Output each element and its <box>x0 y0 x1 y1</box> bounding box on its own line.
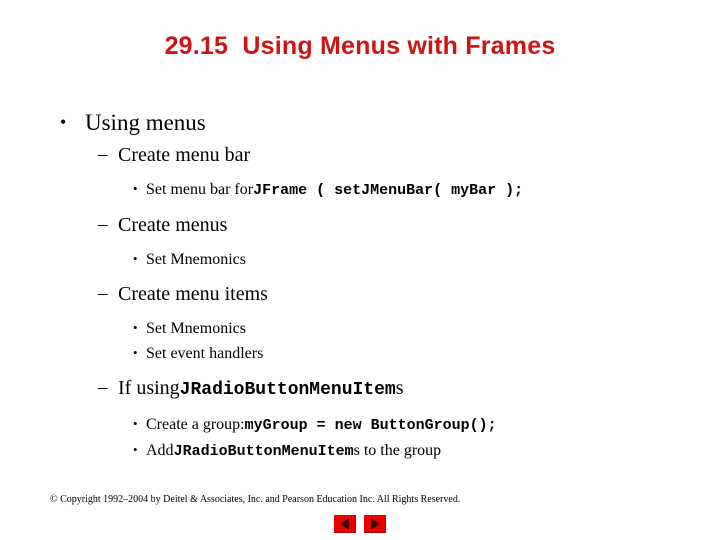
outline-item-set-menu-bar: • Set menu bar for JFrame ( setJMenuBar(… <box>0 178 720 202</box>
bullet-marker-level2: – <box>98 214 108 235</box>
slide-navigation <box>0 515 720 533</box>
outline-item-create-menu-items-label: Create menu items <box>118 283 268 305</box>
outline-item-set-mnemonics-items-label: Set Mnemonics <box>146 320 246 337</box>
outline-item-create-menus-label: Create menus <box>118 214 228 236</box>
right-triangle-icon <box>370 518 380 530</box>
previous-slide-button[interactable] <box>334 515 356 533</box>
copyright-notice: © Copyright 1992–2004 by Deitel & Associ… <box>50 494 461 505</box>
outline-item-using-menus-label: Using menus <box>85 110 206 135</box>
outline-item-create-menu-items: – Create menu items <box>0 280 720 308</box>
bullet-marker-level3: • <box>133 320 138 335</box>
bullet-marker-level3: • <box>133 345 138 360</box>
code-snippet-jradiobuttonmenuitem-add: JRadioButtonMenuItem <box>173 443 354 460</box>
code-snippet-buttongroup: myGroup = new ButtonGroup(); <box>244 417 497 434</box>
outline-item-set-mnemonics-items: • Set Mnemonics <box>0 317 720 340</box>
slide-body: • Using menus – Create menu bar • Set me… <box>0 108 720 465</box>
outline-item-if-using-suffix: s <box>395 377 404 399</box>
page-title: 29.15 Using Menus with Frames <box>164 32 556 60</box>
code-snippet-jradiobuttonmenuitem: JRadioButtonMenuItem <box>179 380 396 400</box>
outline-item-set-mnemonics-menus-label: Set Mnemonics <box>146 251 246 268</box>
outline-item-set-event-handlers: • Set event handlers <box>0 342 720 365</box>
bullet-marker-level2: – <box>98 283 108 304</box>
outline-item-create-group: • Create a group: myGroup = new ButtonGr… <box>0 413 720 437</box>
bullet-marker-level2: – <box>98 144 108 165</box>
bullet-marker-level2: – <box>98 377 108 398</box>
bullet-marker-level3: • <box>133 416 138 431</box>
outline-item-set-menu-bar-label: Set menu bar for <box>146 181 254 198</box>
outline-item-if-using-label: If using <box>118 377 180 399</box>
outline-item-create-group-label: Create a group: <box>146 416 245 433</box>
outline-item-set-event-handlers-label: Set event handlers <box>146 345 264 362</box>
next-slide-button[interactable] <box>364 515 386 533</box>
left-triangle-icon <box>340 518 350 530</box>
outline-item-set-mnemonics-menus: • Set Mnemonics <box>0 248 720 271</box>
outline-item-using-menus: • Using menus <box>0 108 720 138</box>
bullet-marker-level3: • <box>133 181 138 196</box>
outline-item-create-menu-bar: – Create menu bar <box>0 141 720 169</box>
outline-item-add-to-group: • Add JRadioButtonMenuItems to the group <box>0 439 720 463</box>
bullet-marker-level1: • <box>60 112 67 132</box>
bullet-marker-level3: • <box>133 442 138 457</box>
outline-item-create-menus: – Create menus <box>0 211 720 239</box>
outline-item-add-label: Add <box>146 442 174 459</box>
code-snippet-set-jmenubar: JFrame ( setJMenuBar( myBar ); <box>253 182 524 199</box>
outline-item-if-using-radio-items: – If using JRadioButtonMenuItems <box>0 374 720 404</box>
bullet-marker-level3: • <box>133 251 138 266</box>
outline-item-add-suffix: s to the group <box>353 442 442 459</box>
outline-item-create-menu-bar-label: Create menu bar <box>118 144 251 166</box>
